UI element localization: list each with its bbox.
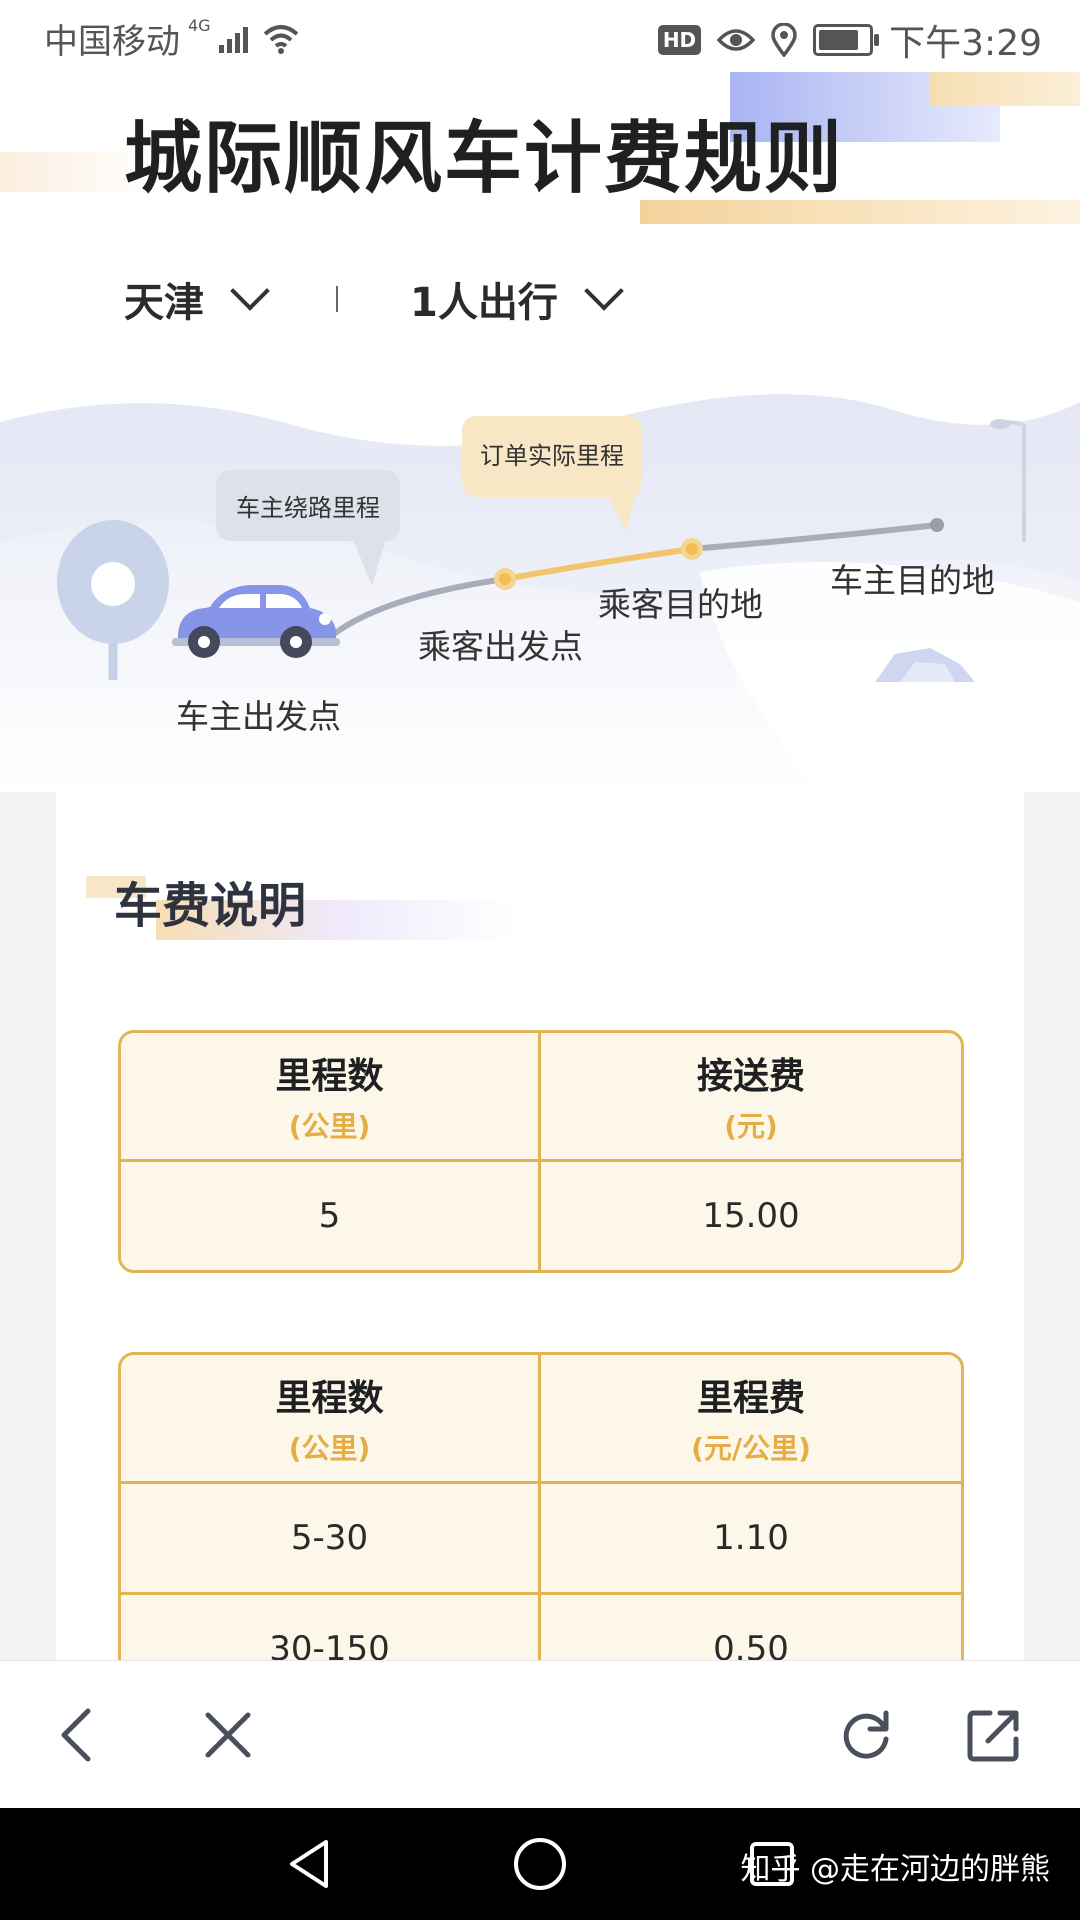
battery-level xyxy=(819,30,858,50)
route-illustration: 车主绕路里程 订单实际里程 车主出发点 乘客出发点 乘客目的地 车主目的地 xyxy=(0,372,1080,792)
column-title: 里程数 xyxy=(275,1056,384,1097)
city-selector-label: 天津 xyxy=(124,280,204,326)
table-row: 5-30 1.10 xyxy=(121,1484,961,1595)
column-title: 里程数 xyxy=(275,1378,384,1419)
detour-mileage-label: 车主绕路里程 xyxy=(236,494,380,522)
city-selector[interactable]: 天津 xyxy=(124,270,270,328)
actual-mileage-label: 订单实际里程 xyxy=(480,442,624,470)
fare-section-title: 车费说明 xyxy=(114,878,307,934)
table-header-cell: 里程费 (元/公里) xyxy=(541,1355,961,1484)
passenger-selector-label: 1人出行 xyxy=(410,280,558,326)
signal-icon xyxy=(218,26,248,53)
wifi-icon xyxy=(263,24,298,54)
refresh-button[interactable] xyxy=(826,1695,906,1775)
location-icon xyxy=(771,23,797,57)
header-decoration-gold xyxy=(930,72,1080,106)
table-row: 5 15.00 xyxy=(121,1162,961,1270)
status-bar: 中国移动 4G HD 下午3:29 xyxy=(0,0,1080,72)
status-left: 中国移动 4G xyxy=(44,14,301,63)
system-nav-bar: 知乎 @走在河边的胖熊 xyxy=(0,1808,1080,1920)
eye-icon xyxy=(717,29,756,51)
driver-destination-label: 车主目的地 xyxy=(830,561,995,600)
detour-mileage-bubble: 车主绕路里程 xyxy=(216,470,400,541)
fee-cell: 1.10 xyxy=(541,1484,961,1595)
actual-mileage-bubble: 订单实际里程 xyxy=(462,416,642,497)
nav-home-icon xyxy=(514,1838,566,1890)
network-type: 4G xyxy=(188,16,211,35)
table-header-cell: 接送费 (元) xyxy=(541,1033,961,1162)
chevron-down-icon xyxy=(230,271,270,311)
mileage-fee-table: 里程数 (公里) 里程费 (元/公里) 5-30 1.10 30-150 0.5… xyxy=(118,1352,964,1706)
chevron-down-icon xyxy=(584,271,624,311)
passenger-start-label: 乘客出发点 xyxy=(418,627,583,666)
page-header: 城际顺风车计费规则 天津 1人出行 xyxy=(0,72,1080,372)
driver-start-label: 车主出发点 xyxy=(176,697,341,736)
close-icon xyxy=(205,1712,251,1758)
carrier-name: 中国移动 xyxy=(44,22,180,62)
selector-divider xyxy=(336,286,338,312)
share-button[interactable] xyxy=(954,1695,1034,1775)
fee-cell: 15.00 xyxy=(702,1196,800,1236)
hd-badge: HD xyxy=(657,25,702,55)
passenger-selector[interactable]: 1人出行 xyxy=(410,270,624,328)
passenger-destination-label: 乘客目的地 xyxy=(598,585,763,624)
battery-icon xyxy=(813,24,880,56)
back-button[interactable] xyxy=(36,1695,116,1775)
column-unit: (公里) xyxy=(288,1432,371,1465)
distance-cell: 5-30 xyxy=(121,1484,541,1595)
fare-card: 车费说明 里程数 (公里) 接送费 (元) 5 15.00 里程数 (公里) 里… xyxy=(56,792,1024,1706)
table-header-cell: 里程数 (公里) xyxy=(121,1355,541,1484)
table-header-row: 里程数 (公里) 接送费 (元) xyxy=(121,1033,961,1162)
browser-toolbar xyxy=(0,1660,1080,1809)
refresh-icon xyxy=(843,1710,889,1759)
column-title: 里程费 xyxy=(696,1378,805,1419)
table-header-row: 里程数 (公里) 里程费 (元/公里) xyxy=(121,1355,961,1484)
share-icon xyxy=(967,1710,1019,1762)
column-title: 接送费 xyxy=(696,1056,805,1097)
pickup-fee-table: 里程数 (公里) 接送费 (元) 5 15.00 xyxy=(118,1030,964,1273)
watermark: 知乎 @走在河边的胖熊 xyxy=(740,1852,1050,1887)
column-unit: (元/公里) xyxy=(691,1432,811,1465)
distance-cell: 5 xyxy=(121,1162,541,1270)
status-time: 下午3:29 xyxy=(889,23,1042,64)
nav-home-button[interactable] xyxy=(510,1834,570,1894)
column-unit: (元) xyxy=(724,1110,778,1143)
table-header-cell: 里程数 (公里) xyxy=(121,1033,541,1162)
page-title: 城际顺风车计费规则 xyxy=(124,114,845,204)
nav-back-icon xyxy=(290,1840,328,1888)
filter-selectors: 天津 1人出行 xyxy=(124,270,624,328)
column-unit: (公里) xyxy=(288,1110,371,1143)
status-right: HD 下午3:29 xyxy=(657,14,1042,66)
nav-back-button[interactable] xyxy=(280,1834,340,1894)
back-icon xyxy=(61,1708,91,1762)
close-button[interactable] xyxy=(188,1695,268,1775)
